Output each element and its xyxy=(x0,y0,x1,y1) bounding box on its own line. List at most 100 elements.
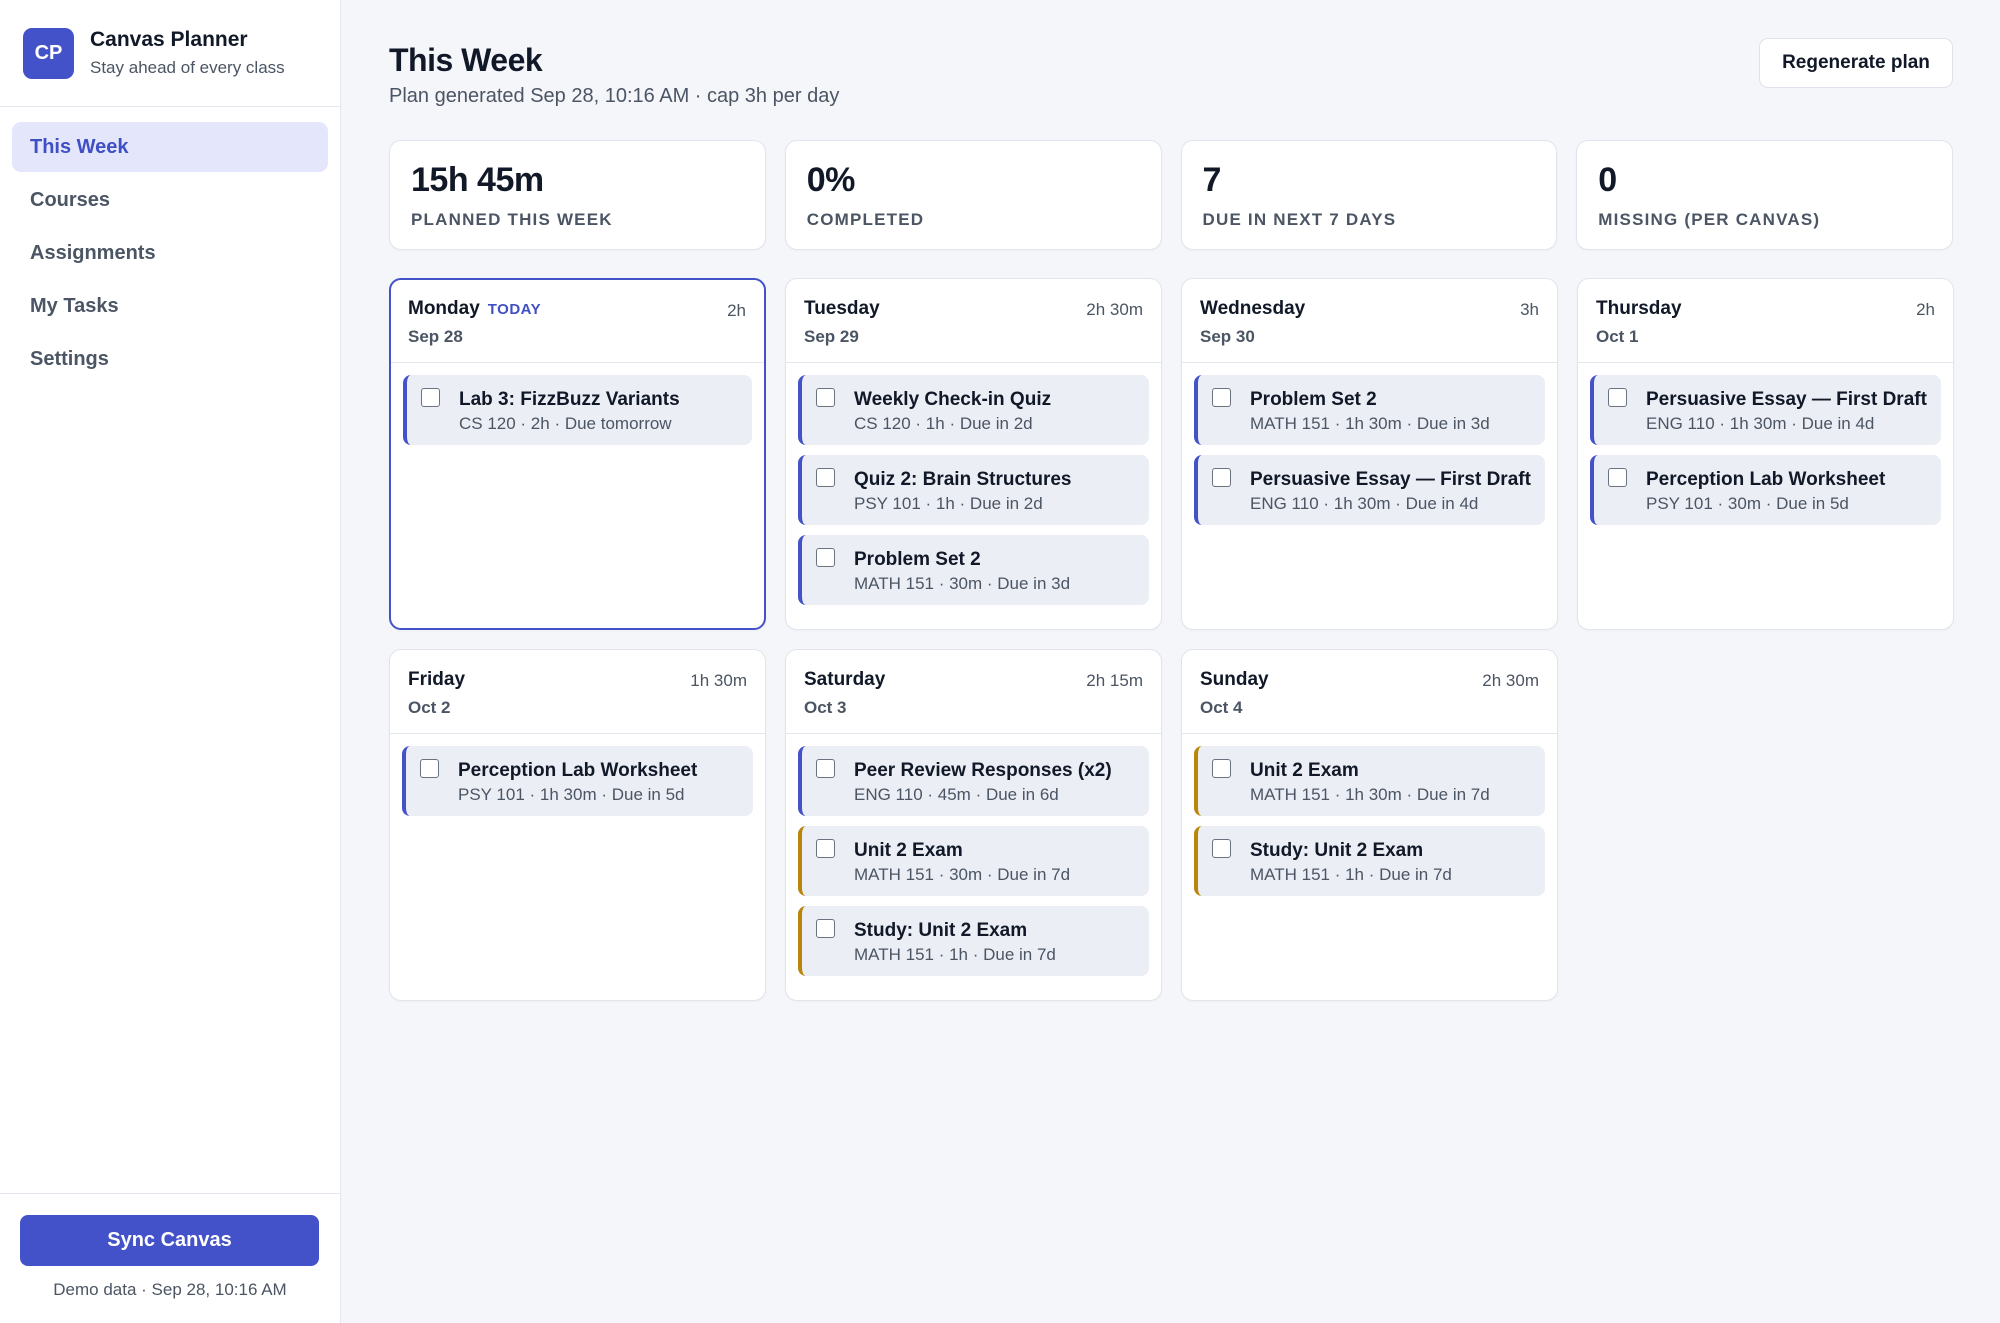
brand: CP Canvas Planner Stay ahead of every cl… xyxy=(0,0,340,107)
task-body: Study: Unit 2 Exam MATH 151 · 1h · Due in… xyxy=(1250,838,1452,885)
task-body: Persuasive Essay — First Draft ENG 110 · … xyxy=(1646,387,1927,434)
task-item[interactable]: Persuasive Essay — First Draft ENG 110 · … xyxy=(1590,375,1941,445)
task-body: Perception Lab Worksheet PSY 101 · 1h 30m… xyxy=(458,758,697,805)
task-item[interactable]: Peer Review Responses (x2) ENG 110 · 45m … xyxy=(798,746,1149,816)
stat-value: 7 xyxy=(1202,161,1222,199)
page-subtitle: Plan generated Sep 28, 10:16 AM · cap 3h… xyxy=(389,85,840,107)
task-title: Study: Unit 2 Exam xyxy=(1250,840,1424,861)
task-meta: ENG 110 · 1h 30m · Due in 4d xyxy=(1250,494,1479,513)
nav-item-courses[interactable]: Courses xyxy=(12,175,328,225)
task-checkbox[interactable] xyxy=(816,548,835,567)
day-total-time: 3h xyxy=(1520,300,1539,319)
day-name: Friday xyxy=(408,669,466,690)
app-logo: CP xyxy=(23,27,74,79)
task-title: Unit 2 Exam xyxy=(854,840,963,861)
task-item[interactable]: Study: Unit 2 Exam MATH 151 · 1h · Due in… xyxy=(1194,826,1545,896)
day-card-thursday: Thursday Oct 1 2h Persuasive Essay — First … xyxy=(1577,278,1954,630)
task-checkbox[interactable] xyxy=(1212,468,1231,487)
task-title: Perception Lab Worksheet xyxy=(458,760,698,781)
task-title: Persuasive Essay — First Draft xyxy=(1250,469,1531,490)
task-title: Unit 2 Exam xyxy=(1250,760,1359,781)
day-card-monday: Monday TODAY Sep 28 2h Lab 3: FizzBuzz Varia… xyxy=(389,278,766,630)
sync-canvas-button[interactable]: Sync Canvas xyxy=(20,1215,319,1266)
task-list: Unit 2 Exam MATH 151 · 1h 30m · Due in 7d… xyxy=(1182,734,1557,896)
day-header: Friday Oct 2 1h 30m xyxy=(390,650,765,734)
task-meta: MATH 151 · 1h · Due in 7d xyxy=(1250,865,1452,884)
nav-item-this-week[interactable]: This Week xyxy=(12,122,328,172)
nav-item-my-tasks[interactable]: My Tasks xyxy=(12,281,328,331)
task-checkbox[interactable] xyxy=(1212,839,1231,858)
task-body: Problem Set 2 MATH 151 · 1h 30m · Due in … xyxy=(1250,387,1490,434)
sidebar-nav: This Week Courses Assignments My Tasks S… xyxy=(0,107,340,384)
task-title: Weekly Check-in Quiz xyxy=(854,389,1052,410)
nav-item-settings[interactable]: Settings xyxy=(12,334,328,384)
regenerate-plan-button[interactable]: Regenerate plan xyxy=(1759,38,1953,88)
stat-label: MISSING (PER CANVAS) xyxy=(1598,210,1821,229)
day-date: Oct 1 xyxy=(1596,327,1639,346)
task-checkbox[interactable] xyxy=(816,839,835,858)
task-list: Perception Lab Worksheet PSY 101 · 1h 30m… xyxy=(390,734,765,816)
day-date: Sep 30 xyxy=(1200,327,1255,346)
task-item[interactable]: Problem Set 2 MATH 151 · 30m · Due in 3d xyxy=(798,535,1149,605)
day-name: Thursday xyxy=(1596,298,1682,319)
day-date: Oct 4 xyxy=(1200,698,1243,717)
task-list: Persuasive Essay — First Draft ENG 110 · … xyxy=(1578,363,1953,525)
nav-item-assignments[interactable]: Assignments xyxy=(12,228,328,278)
task-item[interactable]: Lab 3: FizzBuzz Variants CS 120 · 2h · Du… xyxy=(403,375,752,445)
task-checkbox[interactable] xyxy=(816,388,835,407)
task-checkbox[interactable] xyxy=(816,919,835,938)
task-item[interactable]: Study: Unit 2 Exam MATH 151 · 1h · Due in… xyxy=(798,906,1149,976)
task-checkbox[interactable] xyxy=(420,759,439,778)
task-item[interactable]: Problem Set 2 MATH 151 · 1h 30m · Due in … xyxy=(1194,375,1545,445)
task-checkbox[interactable] xyxy=(1212,388,1231,407)
sidebar-footer: Sync Canvas Demo data · Sep 28, 10:16 AM xyxy=(0,1193,340,1323)
task-checkbox[interactable] xyxy=(816,759,835,778)
task-meta: MATH 151 · 30m · Due in 3d xyxy=(854,574,1071,593)
day-card-wednesday: Wednesday Sep 30 3h Problem Set 2 MATH 151 ·… xyxy=(1181,278,1558,630)
task-body: Unit 2 Exam MATH 151 · 30m · Due in 7d xyxy=(854,838,1070,885)
task-body: Lab 3: FizzBuzz Variants CS 120 · 2h · Du… xyxy=(459,387,680,434)
day-header: Tuesday Sep 29 2h 30m xyxy=(786,279,1161,363)
day-date: Oct 3 xyxy=(804,698,847,717)
task-title: Quiz 2: Brain Structures xyxy=(854,469,1072,490)
task-checkbox[interactable] xyxy=(816,468,835,487)
day-header: Sunday Oct 4 2h 30m xyxy=(1182,650,1557,734)
task-title: Perception Lab Worksheet xyxy=(1646,469,1886,490)
task-checkbox[interactable] xyxy=(1608,468,1627,487)
task-item[interactable]: Weekly Check-in Quiz CS 120 · 1h · Due in… xyxy=(798,375,1149,445)
stat-card-planned: 15h 45m PLANNED THIS WEEK xyxy=(389,140,766,250)
task-meta: PSY 101 · 1h · Due in 2d xyxy=(854,494,1043,513)
task-item[interactable]: Perception Lab Worksheet PSY 101 · 30m · … xyxy=(1590,455,1941,525)
task-meta: MATH 151 · 30m · Due in 7d xyxy=(854,865,1071,884)
day-total-time: 2h 15m xyxy=(1086,671,1143,690)
task-list: Weekly Check-in Quiz CS 120 · 1h · Due in… xyxy=(786,363,1161,605)
task-checkbox[interactable] xyxy=(1608,388,1627,407)
day-name-row: Wednesday xyxy=(1200,298,1539,320)
task-item[interactable]: Perception Lab Worksheet PSY 101 · 1h 30m… xyxy=(402,746,753,816)
task-item[interactable]: Unit 2 Exam MATH 151 · 1h 30m · Due in 7d xyxy=(1194,746,1545,816)
today-badge: TODAY xyxy=(487,301,542,318)
task-checkbox[interactable] xyxy=(1212,759,1231,778)
day-name: Monday xyxy=(408,298,480,319)
stat-card-completed: 0% COMPLETED xyxy=(784,140,1162,250)
day-header: Thursday Oct 1 2h xyxy=(1578,279,1953,363)
day-date: Oct 2 xyxy=(408,698,451,717)
day-name: Sunday xyxy=(1200,669,1269,690)
day-card-tuesday: Tuesday Sep 29 2h 30m Weekly Check-in Quiz C… xyxy=(785,278,1162,630)
page-title: This Week xyxy=(389,42,543,78)
task-item[interactable]: Persuasive Essay — First Draft ENG 110 · … xyxy=(1194,455,1545,525)
task-meta: ENG 110 · 45m · Due in 6d xyxy=(854,785,1059,804)
stat-card-missing: 0 MISSING (PER CANVAS) xyxy=(1576,140,1953,250)
task-checkbox[interactable] xyxy=(421,388,440,407)
brand-text: Canvas Planner Stay ahead of every class xyxy=(90,28,285,78)
day-header: Wednesday Sep 30 3h xyxy=(1182,279,1557,363)
day-name: Wednesday xyxy=(1200,298,1306,319)
day-total-time: 2h xyxy=(1916,300,1935,319)
week-grid: Monday TODAY Sep 28 2h Lab 3: FizzBuzz Varia… xyxy=(389,278,1954,1001)
stat-value: 0 xyxy=(1598,161,1617,199)
task-item[interactable]: Unit 2 Exam MATH 151 · 30m · Due in 7d xyxy=(798,826,1149,896)
day-card-friday: Friday Oct 2 1h 30m Perception Lab Workshee… xyxy=(389,649,766,1001)
task-item[interactable]: Quiz 2: Brain Structures PSY 101 · 1h · D… xyxy=(798,455,1149,525)
task-title: Problem Set 2 xyxy=(854,549,981,570)
stat-label: COMPLETED xyxy=(806,210,925,229)
